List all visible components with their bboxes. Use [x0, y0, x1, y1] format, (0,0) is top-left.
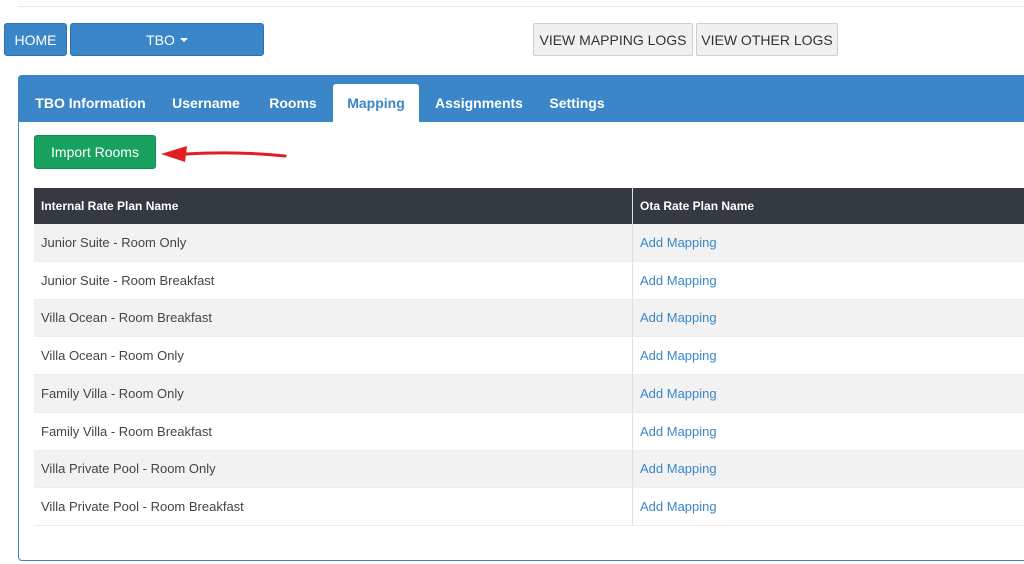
add-mapping-link[interactable]: Add Mapping — [640, 424, 717, 439]
table-row: Junior Suite - Room Only Add Mapping — [34, 224, 1024, 262]
add-mapping-link[interactable]: Add Mapping — [640, 235, 717, 250]
view-mapping-logs-button[interactable]: VIEW MAPPING LOGS — [533, 23, 693, 56]
table-row: Villa Ocean - Room Breakfast Add Mapping — [34, 299, 1024, 338]
table-header: Internal Rate Plan Name Ota Rate Plan Na… — [34, 188, 1024, 224]
ota-cell: Add Mapping — [633, 337, 1024, 374]
internal-rate-plan-name: Villa Ocean - Room Breakfast — [34, 299, 633, 337]
import-rooms-button[interactable]: Import Rooms — [34, 135, 156, 169]
internal-rate-plan-name: Junior Suite - Room Breakfast — [34, 261, 633, 299]
add-mapping-link[interactable]: Add Mapping — [640, 310, 717, 325]
table-row: Villa Ocean - Room Only Add Mapping — [34, 337, 1024, 375]
table-row: Villa Private Pool - Room Breakfast Add … — [34, 488, 1024, 526]
ota-cell: Add Mapping — [633, 451, 1024, 488]
internal-rate-plan-name: Villa Ocean - Room Only — [34, 337, 633, 374]
add-mapping-link[interactable]: Add Mapping — [640, 499, 717, 514]
mapping-table: Internal Rate Plan Name Ota Rate Plan Na… — [34, 188, 1024, 526]
header-ota-rate-plan: Ota Rate Plan Name — [640, 199, 755, 213]
tab-mapping[interactable]: Mapping — [333, 84, 419, 122]
tab-tbo-information[interactable]: TBO Information — [24, 84, 157, 122]
header-internal-rate-plan: Internal Rate Plan Name — [34, 188, 633, 224]
add-mapping-link[interactable]: Add Mapping — [640, 348, 717, 363]
tab-bar: TBO Information Username Rooms Mapping A… — [19, 76, 1024, 122]
add-mapping-link[interactable]: Add Mapping — [640, 461, 717, 476]
tab-rooms[interactable]: Rooms — [255, 84, 331, 122]
internal-rate-plan-name: Family Villa - Room Breakfast — [34, 412, 633, 450]
home-button[interactable]: HOME — [4, 23, 67, 56]
table-row: Family Villa - Room Breakfast Add Mappin… — [34, 412, 1024, 451]
tab-assignments[interactable]: Assignments — [421, 84, 537, 122]
add-mapping-link[interactable]: Add Mapping — [640, 273, 717, 288]
table-row: Junior Suite - Room Breakfast Add Mappin… — [34, 261, 1024, 300]
table-row: Villa Private Pool - Room Only Add Mappi… — [34, 450, 1024, 489]
ota-cell: Add Mapping — [633, 300, 1024, 337]
tbo-panel: TBO Information Username Rooms Mapping A… — [18, 75, 1024, 561]
internal-rate-plan-name: Junior Suite - Room Only — [34, 224, 633, 261]
top-divider — [18, 6, 1024, 7]
caret-down-icon — [179, 37, 188, 42]
ota-cell: Add Mapping — [633, 375, 1024, 412]
internal-rate-plan-name: Villa Private Pool - Room Breakfast — [34, 488, 633, 525]
ota-cell: Add Mapping — [633, 262, 1024, 299]
table-row: Family Villa - Room Only Add Mapping — [34, 375, 1024, 413]
tab-settings[interactable]: Settings — [538, 84, 616, 122]
internal-rate-plan-name: Villa Private Pool - Room Only — [34, 450, 633, 488]
tab-username[interactable]: Username — [158, 84, 254, 122]
add-mapping-link[interactable]: Add Mapping — [640, 386, 717, 401]
ota-cell: Add Mapping — [633, 488, 1024, 525]
view-other-logs-button[interactable]: VIEW OTHER LOGS — [696, 23, 838, 56]
home-label: HOME — [14, 31, 57, 48]
tbo-label: TBO — [146, 31, 175, 48]
red-arrow-annotation — [161, 146, 287, 162]
ota-cell: Add Mapping — [633, 413, 1024, 450]
internal-rate-plan-name: Family Villa - Room Only — [34, 375, 633, 412]
tbo-dropdown-button[interactable]: TBO — [70, 23, 264, 56]
ota-cell: Add Mapping — [633, 224, 1024, 261]
